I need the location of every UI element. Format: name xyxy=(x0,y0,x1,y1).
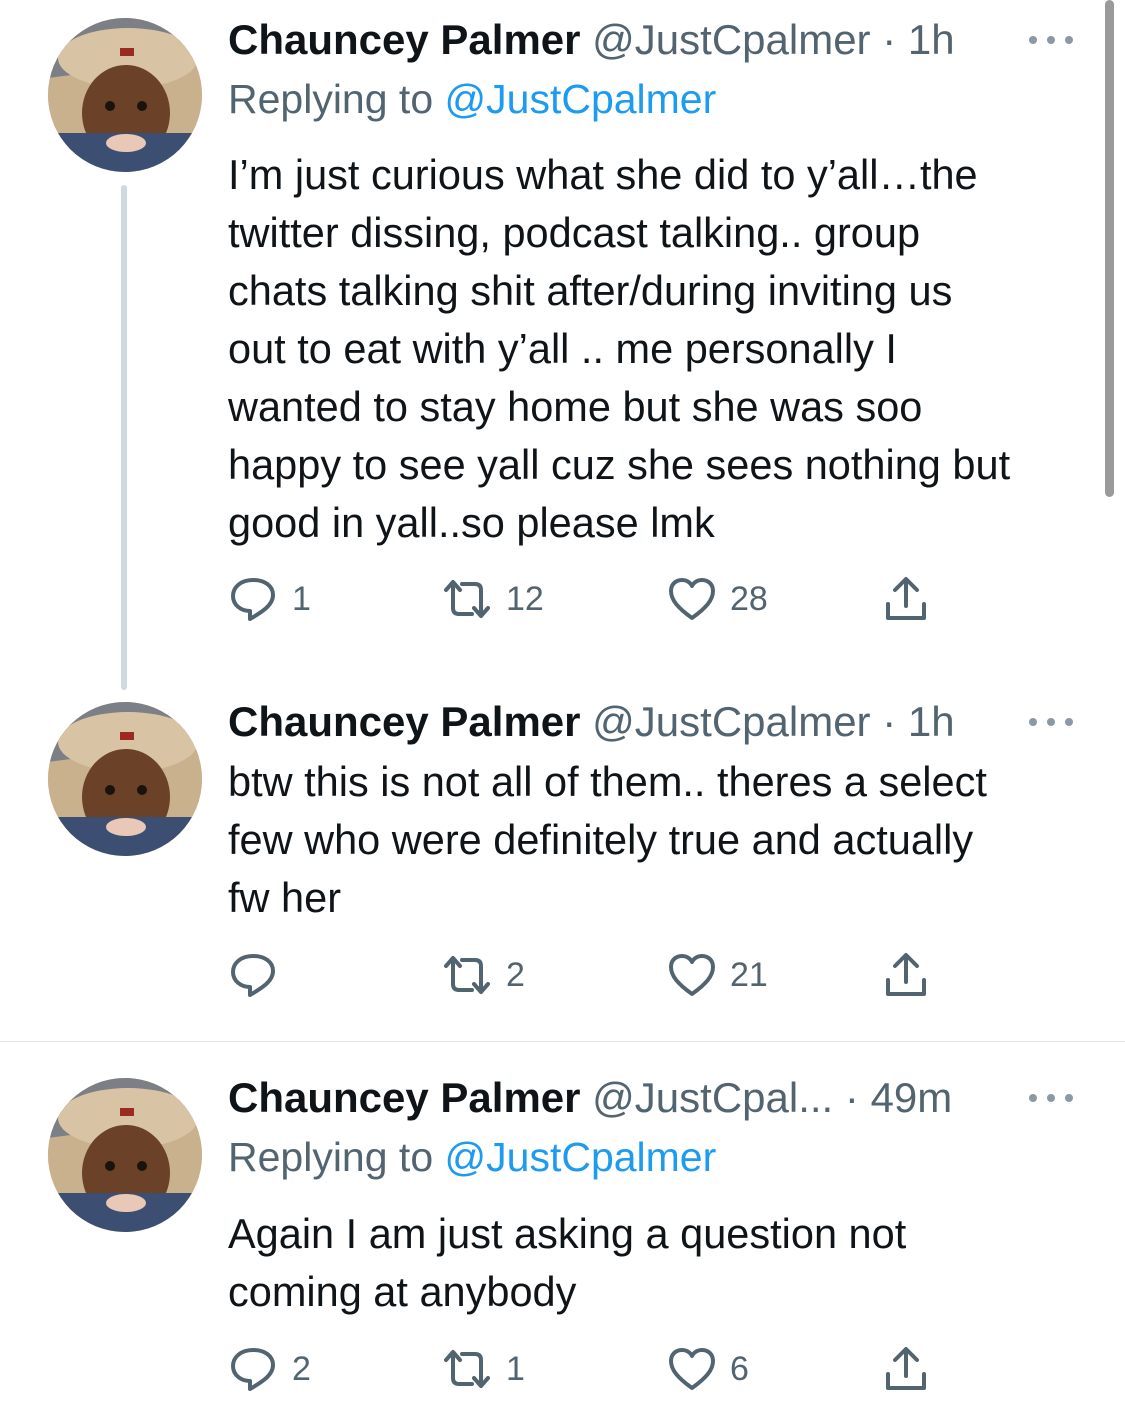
share-icon xyxy=(886,1347,926,1390)
reply-icon xyxy=(231,954,275,997)
share-button[interactable] xyxy=(884,576,928,622)
action-bar: 2 21 xyxy=(228,952,948,998)
reply-icon xyxy=(231,578,275,621)
separator: · xyxy=(844,1074,859,1121)
more-icon[interactable] xyxy=(1029,1092,1073,1104)
heart-icon xyxy=(669,954,715,996)
reply-count: 1 xyxy=(292,580,311,618)
thread-line xyxy=(121,185,127,690)
reply-button[interactable]: 2 xyxy=(228,1346,311,1392)
separator: · xyxy=(882,698,897,745)
timestamp[interactable]: 49m xyxy=(871,1074,953,1121)
share-button[interactable] xyxy=(884,1346,928,1392)
tweet-text: btw this is not all of them.. theres a s… xyxy=(228,758,987,921)
avatar[interactable] xyxy=(48,18,202,172)
reply-button[interactable]: 1 xyxy=(228,576,311,622)
tweet[interactable]: Chauncey Palmer @JustCpalmer · 1h Replyi… xyxy=(0,0,1125,690)
retweet-button[interactable]: 12 xyxy=(442,576,544,622)
reply-count: 2 xyxy=(292,1350,311,1388)
replying-to: Replying to @JustCpalmer xyxy=(228,1133,716,1181)
replying-mention-link[interactable]: @JustCpalmer xyxy=(445,1134,717,1180)
replying-prefix: Replying to xyxy=(228,1134,445,1180)
action-bar: 2 1 6 xyxy=(228,1346,948,1392)
reply-icon xyxy=(231,1348,275,1391)
retweet-icon xyxy=(444,580,490,618)
display-name[interactable]: Chauncey Palmer xyxy=(228,1074,581,1121)
tweet-text: I’m just curious what she did to y’all…t… xyxy=(228,151,1011,546)
user-handle[interactable]: @JustCpalmer xyxy=(592,698,870,745)
tweet-header: Chauncey Palmer @JustCpal... · 49m xyxy=(228,1074,975,1122)
scrollbar[interactable] xyxy=(1105,0,1114,497)
heart-icon xyxy=(669,1348,715,1390)
share-icon xyxy=(886,577,926,620)
display-name[interactable]: Chauncey Palmer xyxy=(228,698,581,745)
retweet-count: 1 xyxy=(506,1350,525,1388)
retweet-icon xyxy=(444,1350,490,1388)
avatar[interactable] xyxy=(48,702,202,856)
reply-button[interactable] xyxy=(228,952,292,998)
like-button[interactable]: 21 xyxy=(668,952,768,998)
timestamp[interactable]: 1h xyxy=(908,16,955,63)
like-button[interactable]: 28 xyxy=(668,576,768,622)
replying-prefix: Replying to xyxy=(228,76,445,122)
retweet-count: 12 xyxy=(506,580,544,618)
user-handle[interactable]: @JustCpal... xyxy=(592,1074,833,1121)
tweet[interactable]: Chauncey Palmer @JustCpal... · 49m Reply… xyxy=(0,1042,1125,1403)
separator: · xyxy=(882,16,897,63)
replying-to: Replying to @JustCpalmer xyxy=(228,75,716,123)
retweet-button[interactable]: 1 xyxy=(442,1346,525,1392)
user-handle[interactable]: @JustCpalmer xyxy=(592,16,870,63)
retweet-count: 2 xyxy=(506,956,525,994)
tweet-header: Chauncey Palmer @JustCpalmer · 1h xyxy=(228,698,975,746)
action-bar: 1 12 28 xyxy=(228,576,948,622)
like-button[interactable]: 6 xyxy=(668,1346,749,1392)
heart-icon xyxy=(669,578,715,620)
retweet-button[interactable]: 2 xyxy=(442,952,525,998)
share-button[interactable] xyxy=(884,952,928,998)
tweet[interactable]: Chauncey Palmer @JustCpalmer · 1h btw th… xyxy=(0,690,1125,1040)
like-count: 28 xyxy=(730,580,768,618)
more-icon[interactable] xyxy=(1029,716,1073,728)
share-icon xyxy=(886,953,926,996)
more-icon[interactable] xyxy=(1029,34,1073,46)
replying-mention-link[interactable]: @JustCpalmer xyxy=(445,76,717,122)
avatar[interactable] xyxy=(48,1078,202,1232)
tweet-header: Chauncey Palmer @JustCpalmer · 1h xyxy=(228,16,975,64)
retweet-icon xyxy=(444,956,490,994)
like-count: 6 xyxy=(730,1350,749,1388)
timestamp[interactable]: 1h xyxy=(908,698,955,745)
tweet-text: Again I am just asking a question not co… xyxy=(228,1210,907,1315)
like-count: 21 xyxy=(730,956,768,994)
display-name[interactable]: Chauncey Palmer xyxy=(228,16,581,63)
